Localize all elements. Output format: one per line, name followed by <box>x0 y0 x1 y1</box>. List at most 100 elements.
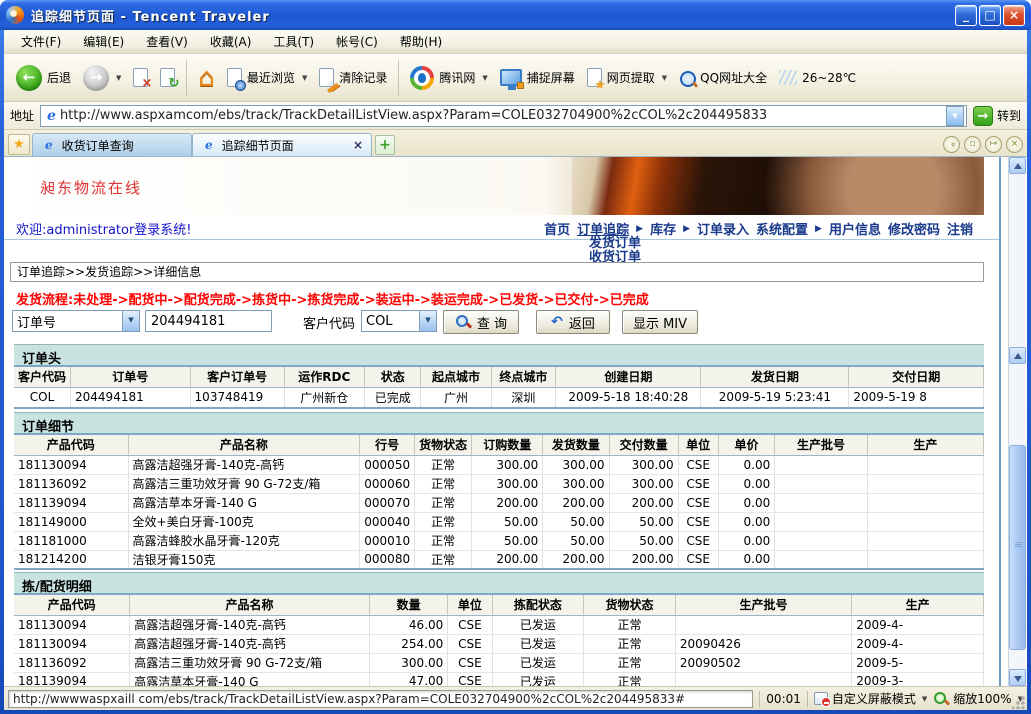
cell: 已发运 <box>492 653 584 672</box>
zoom-label: 缩放100% <box>953 690 1011 707</box>
forward-button[interactable]: → ▼ <box>77 61 127 95</box>
tab-close-icon[interactable]: × <box>353 138 363 152</box>
scroll-down-icon[interactable] <box>1009 669 1026 686</box>
maximize-button[interactable]: □ <box>979 5 1001 26</box>
cell: 300.00 <box>472 474 543 493</box>
menu-account[interactable]: 帐号(C) <box>327 30 387 53</box>
window-title: 追踪细节页面 - Tencent Traveler <box>31 6 955 25</box>
tab-pin-icon[interactable]: ↦ <box>985 136 1002 153</box>
status-timer: 00:01 <box>766 692 801 706</box>
zoom-control[interactable]: 缩放100% ▼ <box>933 690 1023 707</box>
minimize-button[interactable]: _ <box>955 5 977 26</box>
refresh-button[interactable]: ↻ <box>154 64 181 91</box>
cell: 高露洁蜂胶水晶牙膏-120克 <box>128 531 360 550</box>
cell: 2009-5-19 5:23:41 <box>701 387 849 408</box>
chevron-down-icon[interactable]: ▼ <box>419 311 436 331</box>
tab-close-all-icon[interactable]: × <box>1006 136 1023 153</box>
back-button[interactable]: ← 后退 <box>10 61 77 95</box>
cell: 正常 <box>415 550 472 569</box>
weather-widget[interactable]: 26~28℃ <box>773 66 862 89</box>
cell: 300.00 <box>609 455 678 474</box>
scroll-up-icon[interactable] <box>1009 347 1026 364</box>
return-button[interactable]: ↶ 返回 <box>536 310 610 334</box>
web-page: 昶东物流在线 欢迎:administrator登录系统! 首页 订单追踪 ▶ 库… <box>4 157 1001 686</box>
cell <box>867 531 983 550</box>
column-header: 货物状态 <box>584 594 676 615</box>
menu-file[interactable]: 文件(F) <box>12 30 70 53</box>
nav-system-config[interactable]: 系统配置 <box>756 219 808 238</box>
order-number-input[interactable] <box>145 310 272 332</box>
recent-dropdown-icon[interactable]: ▼ <box>302 74 307 82</box>
cell: 0.00 <box>718 474 775 493</box>
cell: 200.00 <box>472 550 543 569</box>
order-field-select[interactable]: 订单号 ▼ <box>12 310 140 332</box>
cell: 254.00 <box>369 634 447 653</box>
show-miv-button[interactable]: 显示 MIV <box>622 310 698 334</box>
nav-user-info[interactable]: 用户信息 <box>829 219 881 238</box>
close-button[interactable]: × <box>1003 5 1025 26</box>
cell: 000070 <box>360 493 415 512</box>
page-extract-button[interactable]: ★ 网页提取 ▼ <box>581 64 673 91</box>
cell: 47.00 <box>369 672 447 686</box>
cell: 000040 <box>360 512 415 531</box>
chevron-down-icon[interactable]: ▼ <box>122 311 139 331</box>
resize-grip[interactable] <box>1012 695 1026 709</box>
clear-history-button[interactable]: 清除记录 <box>313 64 393 91</box>
cell: 高露洁超强牙膏-140克-高钙 <box>130 615 370 634</box>
qq-nav-button[interactable]: QQ网址大全 <box>673 65 773 90</box>
customer-code-select[interactable]: COL ▼ <box>361 310 437 332</box>
subnav-ship-order[interactable]: 发货订单 <box>589 237 641 251</box>
tab-track-detail[interactable]: e 追踪细节页面 × <box>192 133 372 156</box>
menu-help[interactable]: 帮助(H) <box>391 30 451 53</box>
nav-inventory[interactable]: 库存 <box>650 219 676 238</box>
cell: 高露洁超强牙膏-140克-高钙 <box>130 634 370 653</box>
nav-logout[interactable]: 注销 <box>947 219 973 238</box>
menu-view[interactable]: 查看(V) <box>137 30 197 53</box>
cell: 181136092 <box>14 474 128 493</box>
favorites-star-icon[interactable]: ★ <box>8 134 30 155</box>
vertical-scrollbar[interactable] <box>1008 157 1025 686</box>
table-row: 181136092高露洁三重功效牙膏 90 G-72支/箱000060正常300… <box>14 474 984 493</box>
page-extract-icon: ★ <box>587 68 602 87</box>
block-mode-button[interactable]: 自定义屏蔽模式 ▼ <box>814 690 927 707</box>
forward-icon: → <box>83 65 109 91</box>
home-button[interactable]: ⌂ <box>192 62 221 94</box>
nav-order-entry[interactable]: 订单录入 <box>697 219 749 238</box>
scrollbar-thumb[interactable] <box>1009 445 1026 650</box>
menu-edit[interactable]: 编辑(E) <box>74 30 133 53</box>
tab-receive-order-query[interactable]: e 收货订单查询 <box>32 133 192 156</box>
capture-screen-button[interactable]: 捕捉屏幕 <box>494 65 581 90</box>
cell: 已发运 <box>492 672 584 686</box>
tab-window-icon[interactable]: ▫ <box>964 136 981 153</box>
address-input[interactable] <box>60 108 946 123</box>
status-url: http://wwwwaspxaill com/ebs/track/TrackD… <box>8 690 753 708</box>
qq-dropdown-icon[interactable]: ▼ <box>482 74 487 82</box>
order-detail-section-title: 订单细节 <box>14 412 984 433</box>
cell: 50.00 <box>609 512 678 531</box>
cell: 181181000 <box>14 531 128 550</box>
qq-site-button[interactable]: 腾讯网 ▼ <box>404 62 493 94</box>
new-tab-button[interactable]: + <box>375 135 395 155</box>
status-separator <box>807 691 808 707</box>
recent-history-button[interactable]: 最近浏览 ▼ <box>221 64 313 91</box>
cell: 正常 <box>584 615 676 634</box>
go-button[interactable]: → 转到 <box>973 106 1021 126</box>
menu-favorites[interactable]: 收藏(A) <box>201 30 261 53</box>
scroll-up-icon[interactable] <box>1009 157 1026 174</box>
menu-tools[interactable]: 工具(T) <box>264 30 323 53</box>
search-button[interactable]: 查 询 <box>443 310 519 334</box>
column-header: 单位 <box>678 434 718 455</box>
address-dropdown-icon[interactable]: ▼ <box>946 106 964 126</box>
address-box: e ▼ <box>40 105 967 127</box>
tab-list-chevrons-icon[interactable]: » <box>943 136 960 153</box>
forward-dropdown-icon[interactable]: ▼ <box>116 74 121 82</box>
extract-dropdown-icon[interactable]: ▼ <box>662 74 667 82</box>
stop-button[interactable]: × <box>127 64 154 91</box>
nav-home[interactable]: 首页 <box>544 219 570 238</box>
qq-logo-icon <box>410 66 434 90</box>
search-icon <box>679 70 695 86</box>
welcome-text: 欢迎:administrator登录系统! <box>16 219 192 238</box>
column-header: 单价 <box>718 434 775 455</box>
nav-change-password[interactable]: 修改密码 <box>888 219 940 238</box>
table-row: 181130094高露洁超强牙膏-140克-高钙000050正常300.0030… <box>14 455 984 474</box>
